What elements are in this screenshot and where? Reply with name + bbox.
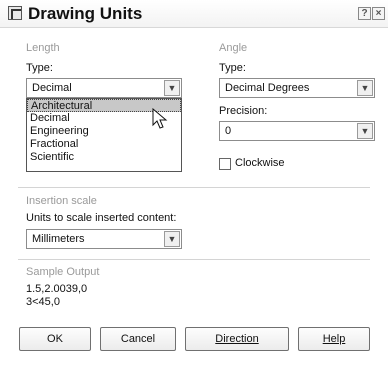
cancel-button[interactable]: Cancel — [100, 327, 176, 351]
length-type-value: Decimal — [32, 82, 72, 94]
angle-group-label: Angle — [219, 42, 248, 54]
length-type-dropdown[interactable]: Decimal ▼ — [26, 78, 182, 98]
divider — [18, 259, 370, 260]
length-type-label: Type: — [26, 62, 53, 74]
help-button[interactable]: Help — [298, 327, 370, 351]
length-group-label: Length — [26, 42, 60, 54]
sample-output-line-1: 1.5,2.0039,0 — [26, 283, 88, 295]
drawing-units-icon — [8, 6, 22, 20]
chevron-down-icon[interactable]: ▼ — [357, 123, 373, 139]
divider — [18, 187, 370, 188]
precision-value: 0 — [225, 125, 232, 137]
direction-button-label: Direction — [215, 333, 259, 345]
sample-output-label: Sample Output — [26, 266, 100, 278]
drawing-units-dialog: Drawing Units ? × Length Type: Decimal ▼… — [0, 0, 388, 367]
title-help-button[interactable]: ? — [358, 7, 371, 20]
direction-button[interactable]: Direction — [185, 327, 289, 351]
insertion-units-value: Millimeters — [32, 233, 85, 245]
dialog-title: Drawing Units — [28, 4, 143, 23]
angle-type-value: Decimal Degrees — [225, 82, 310, 94]
clockwise-label[interactable]: Clockwise — [235, 157, 285, 169]
mouse-pointer-icon — [152, 108, 168, 129]
chevron-down-icon[interactable]: ▼ — [164, 231, 180, 247]
angle-type-dropdown[interactable]: Decimal Degrees ▼ — [219, 78, 375, 98]
sample-output-line-2: 3<45,0 — [26, 296, 60, 308]
clockwise-checkbox[interactable] — [219, 158, 231, 170]
list-item-fractional[interactable]: Fractional — [27, 138, 181, 151]
close-button[interactable]: × — [372, 7, 385, 20]
chevron-down-icon[interactable]: ▼ — [164, 80, 180, 96]
help-button-label: Help — [322, 333, 346, 345]
precision-dropdown[interactable]: 0 ▼ — [219, 121, 375, 141]
angle-type-label: Type: — [219, 62, 246, 74]
title-bar: Drawing Units ? × — [0, 0, 388, 28]
ok-button[interactable]: OK — [19, 327, 91, 351]
list-item-scientific[interactable]: Scientific — [27, 151, 181, 164]
insertion-scale-label: Insertion scale — [26, 195, 97, 207]
insertion-units-label: Units to scale inserted content: — [26, 212, 177, 224]
chevron-down-icon[interactable]: ▼ — [357, 80, 373, 96]
insertion-units-dropdown[interactable]: Millimeters ▼ — [26, 229, 182, 249]
precision-label: Precision: — [219, 105, 268, 117]
